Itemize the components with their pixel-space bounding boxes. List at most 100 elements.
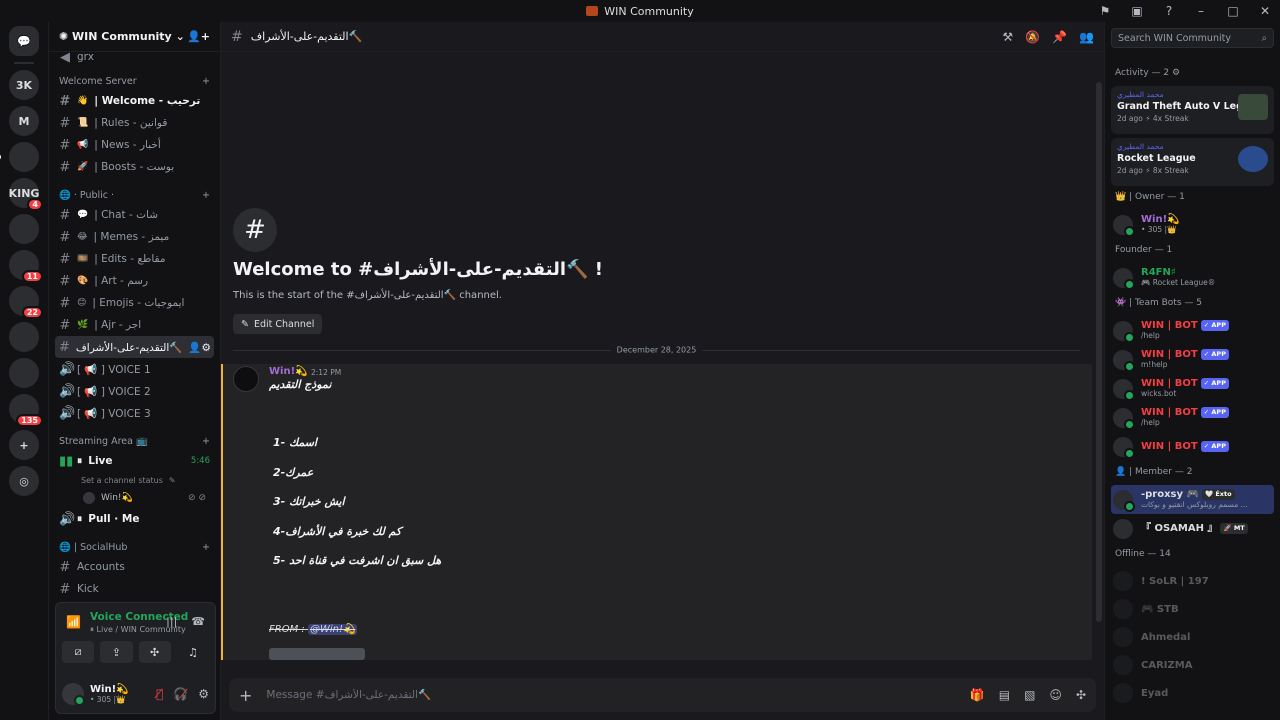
plus-icon[interactable]: + [202,76,210,87]
plus-icon[interactable]: + [202,190,210,201]
threads-icon[interactable]: ⚒ [1002,30,1013,44]
category-welcome[interactable]: Welcome Server + [55,72,214,90]
edit-channel-button[interactable]: ✎ Edit Channel [233,314,323,334]
channel-item[interactable]: # 🚀 | Boosts - بوست [55,156,214,178]
channel-live[interactable]: ▮▮ ⏸ Live 5:46 [55,450,214,472]
member-item[interactable]: ! SoLR | 197 [1111,567,1274,595]
member-name: CARIZMA [1141,659,1193,671]
screen-share-button[interactable]: ⇪ [100,641,133,663]
close-icon[interactable]: ✕ [1258,4,1272,18]
attachment[interactable] [269,648,365,660]
flag-icon[interactable]: ⚑ [1098,4,1112,18]
channel-item[interactable]: # 😂 | Memes - ميمز [55,226,214,248]
channel-item[interactable]: # 🎞️ | Edits - مقاطع [55,248,214,270]
channel-item[interactable]: # 🌿 | Ajr - اجر [55,314,214,336]
channel-item[interactable]: # 😊 | Emojis - ايموجيات [55,292,214,314]
avatar[interactable] [233,366,259,392]
server-icon[interactable] [9,214,39,244]
settings-gear-icon[interactable]: ⚙ [198,687,209,701]
discover-icon[interactable]: ◎ [9,466,39,496]
member-item[interactable]: WIN | BOT ✓ APP/help [1111,316,1274,345]
server-header[interactable]: ✺ WIN Community ⌄ 👤+ [49,22,220,52]
channel-pull-me[interactable]: 🔊 ⏸ Pull · Me [55,508,214,530]
message-input[interactable] [266,689,956,701]
channel-status[interactable]: Set a channel status ✎ [55,472,214,488]
pin-icon[interactable]: 📌 [1052,30,1067,44]
server-icon[interactable] [9,322,39,352]
maximize-icon[interactable]: □ [1226,4,1240,18]
channel-item[interactable]: # Kick [55,578,214,598]
noise-suppression-icon[interactable]: ||| [166,615,177,628]
disconnect-icon[interactable]: ☎ [191,615,205,628]
user-mention[interactable]: @Win!💫 [307,624,358,635]
soundboard-button[interactable]: ♫ [177,641,209,663]
deafened-icon[interactable]: 🎧̸ [173,687,188,701]
member-item[interactable]: Ahmedal [1111,623,1274,651]
channel-item[interactable]: # 📜 | Rules - قوانين [55,112,214,134]
direct-messages-button[interactable]: 💬 [9,26,39,56]
member-item[interactable]: R4FN♯ 🎮 Rocket League® [1111,263,1274,292]
plus-icon[interactable]: + [239,686,252,705]
channel-item[interactable]: # 🎨 | Art - رسم [55,270,214,292]
member-item[interactable]: 『 OSAMAH 』 🚀 MT [1111,514,1274,543]
member-item[interactable]: Eyad [1111,679,1274,707]
category-socialhub[interactable]: 🌐 | SocialHub + [55,538,214,556]
server-icon[interactable]: 22 [9,286,43,319]
user-panel[interactable]: Win!💫 • 305 |👑 🎙̸ 🎧̸ ⚙ [62,681,209,707]
sticker-icon[interactable]: ▧ [1024,688,1035,702]
help-icon[interactable]: ? [1162,4,1176,18]
scrollbar[interactable] [1096,82,1102,622]
member-item[interactable]: CARIZMA [1111,651,1274,679]
add-server-button[interactable]: + [9,430,39,460]
server-icon[interactable] [0,142,39,172]
activities-button[interactable]: ✣ [138,641,171,663]
voice-user[interactable]: Win!💫 ⊘ ⊘ [55,488,214,508]
channel-item[interactable]: 🔊[ 📢 ] VOICE 3 [55,402,214,424]
plus-icon[interactable]: + [202,542,210,553]
channel-active[interactable]: # التقديم-على-الأشراف🔨 👤⚙ [55,336,214,358]
member-item[interactable]: WIN | BOT ✓ APP/help [1111,403,1274,432]
channel-item[interactable]: # 💬 | Chat - شات [55,204,214,226]
server-icon[interactable] [9,358,39,388]
category-streaming[interactable]: Streaming Area 📺 + [55,432,214,450]
member-item[interactable]: WIN | BOT ✓ APP m!help [1111,345,1274,374]
server-icon[interactable]: KING 4 [9,178,43,211]
message-author[interactable]: Win!💫 [269,366,308,377]
member-item[interactable]: WIN | BOT ✓ APP wicks.bot [1111,374,1274,403]
emoji-icon[interactable]: ☺ [1049,688,1062,702]
member-item[interactable]: 🎮 STB [1111,595,1274,623]
channel-item[interactable]: 🔊[ 📢 ] VOICE 2 [55,380,214,402]
member-item[interactable]: Win!💫 • 305 |👑 [1111,210,1274,239]
add-user-icon[interactable]: 👤+ [187,30,210,43]
server-icon[interactable]: 11 [9,250,43,283]
member-item[interactable]: WIN | BOT ✓ APP [1111,432,1274,461]
inbox-icon[interactable]: ▣ [1130,4,1144,18]
channel-partial[interactable]: ◀ grx [55,52,214,64]
gif-icon[interactable]: ▤ [999,688,1010,702]
gift-icon[interactable]: 🎁 [970,688,985,702]
signal-icon[interactable]: 📶 [66,615,81,629]
server-icon[interactable]: M [9,106,39,136]
server-icon[interactable]: 3K [9,70,39,100]
category-public[interactable]: 🌐 · Public · + [55,186,214,204]
camera-off-button[interactable]: ⧄ [62,641,95,663]
voice-panel: 📶 Voice Connected ⏸ Live / WIN Community… [55,602,216,714]
member-list-icon[interactable]: 👥 [1079,30,1094,44]
apps-icon[interactable]: ✣ [1076,688,1086,702]
plus-icon[interactable]: + [202,436,210,447]
channel-item[interactable]: # 👋 | Welcome - ترحيب [55,90,214,112]
search-input[interactable]: Search WIN Community ⌕ [1111,28,1274,48]
gear-icon[interactable]: ⚙ [1172,68,1180,78]
activity-card[interactable]: محمد المطيري Rocket League 2d ago ⚡ 8x Str… [1111,138,1274,186]
channel-item[interactable]: # Accounts [55,556,214,578]
member-item[interactable]: -proxsy 🎮 🤍 Éxto مسمم روبلوكس انقتيو و بوك… [1111,485,1274,514]
message[interactable]: Win!💫 2:12 PM نموذج التقديم 1- اسمك 2-عمر… [221,364,1092,660]
channel-item[interactable]: 🔊[ 📢 ] VOICE 1 [55,358,214,380]
server-icon[interactable]: 135 [9,394,43,427]
notifications-muted-icon[interactable]: 🔕 [1025,30,1040,44]
invite-icon[interactable]: 👤⚙ [188,341,211,354]
channel-item[interactable]: # 📢 | News - أخبار [55,134,214,156]
mic-muted-icon[interactable]: 🎙̸ [156,687,163,701]
activity-card[interactable]: محمد المطيري Grand Theft Auto V Legacy 2d … [1111,86,1274,134]
minimize-icon[interactable]: – [1194,4,1208,18]
